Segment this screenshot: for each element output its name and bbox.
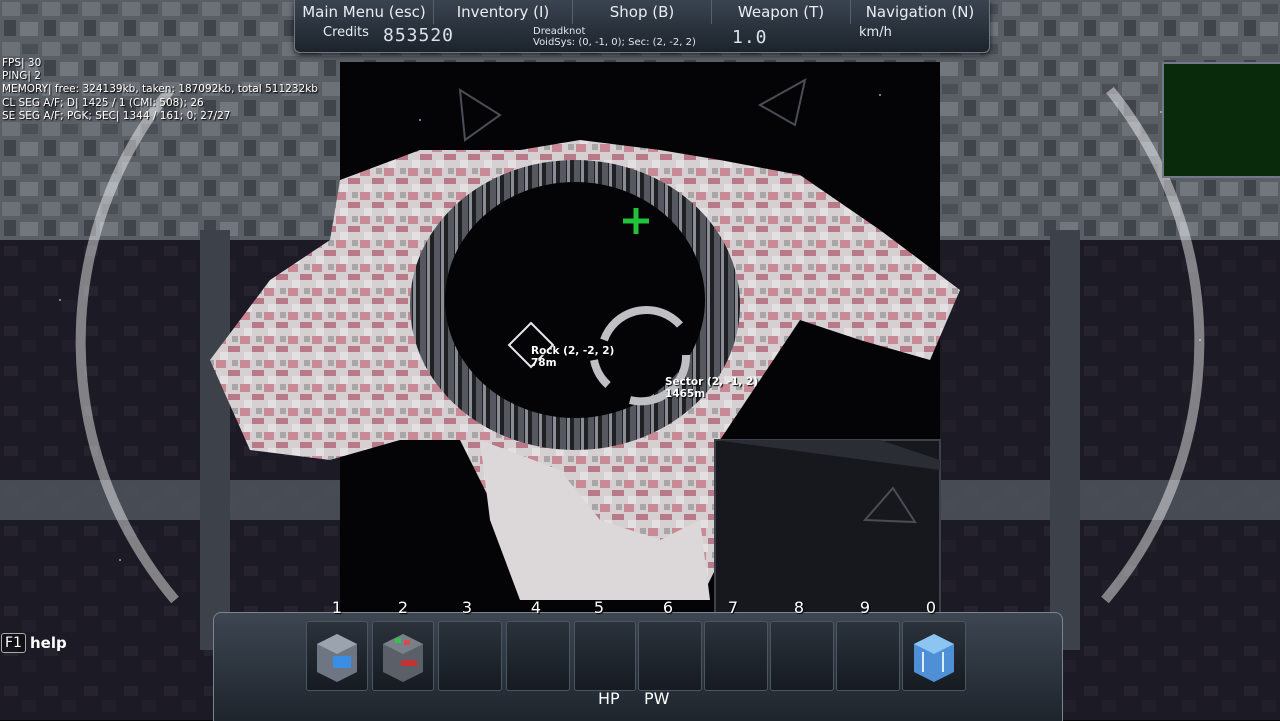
ship-name: Dreadknot <box>533 26 586 37</box>
help-label: help <box>29 634 67 652</box>
slot-number-6: 6 <box>662 598 674 617</box>
shop-button[interactable]: Shop (B) <box>573 0 712 24</box>
hotbar-slot-3[interactable] <box>438 621 502 691</box>
computer-block-icon <box>383 634 423 682</box>
help-hint[interactable]: F1 help <box>1 633 67 653</box>
hotbar-slot-8[interactable] <box>770 621 834 691</box>
rock-name: Rock (2, -2, 2) <box>531 345 615 357</box>
slot-number-1: 1 <box>331 598 343 617</box>
rock-distance: 78m <box>531 357 557 369</box>
debug-overlay: FPS| 30 PING| 2 MEMORY| free: 324139kb, … <box>2 57 318 123</box>
navigation-button[interactable]: Navigation (N) <box>851 0 989 24</box>
slot-number-3: 3 <box>461 598 473 617</box>
sector-name: Sector (2, -1, 2) <box>665 376 759 388</box>
slot-number-4: 4 <box>530 598 542 617</box>
speed-value: 1.0 <box>732 27 768 48</box>
ship-info-row: Credits 853520 Dreadknot VoidSys: (0, -1… <box>295 24 989 51</box>
slot-number-0: 0 <box>925 598 937 617</box>
slot-number-5: 5 <box>593 598 605 617</box>
client-segment-readout: CL SEG A/F; D| 1425 / 1 (CMI: 508); 26 <box>2 96 204 109</box>
memory-readout: MEMORY| free: 324139kb, taken: 187092kb,… <box>2 83 318 96</box>
hotbar-slot-4[interactable] <box>506 621 570 691</box>
credits-label: Credits <box>323 25 369 40</box>
top-menu-bar: Main Menu (esc) Inventory (I) Shop (B) W… <box>294 0 990 53</box>
sector-distance: 1465m <box>665 388 706 400</box>
ship-core-block-icon <box>317 634 357 682</box>
hotbar-slot-7[interactable] <box>704 621 768 691</box>
pw-label: PW <box>644 689 670 708</box>
weapon-button[interactable]: Weapon (T) <box>712 0 851 24</box>
glass-block-icon <box>914 634 954 682</box>
slot-number-9: 9 <box>859 598 871 617</box>
hotbar-slot-6[interactable] <box>638 621 702 691</box>
hotbar-slot-5[interactable] <box>574 621 636 691</box>
hp-label: HP <box>598 689 620 708</box>
location-readout: VoidSys: (0, -1, 0); Sec: (2, -2, 2) <box>533 37 696 48</box>
slot-number-2: 2 <box>397 598 409 617</box>
rock-nav-label: Rock (2, -2, 2) 78m <box>531 345 614 369</box>
hotbar-slot-1[interactable] <box>306 621 368 691</box>
slot-number-8: 8 <box>793 598 805 617</box>
f1-key: F1 <box>1 633 26 653</box>
hotbar <box>213 612 1063 721</box>
speed-unit: km/h <box>859 25 892 40</box>
slot-number-7: 7 <box>727 598 739 617</box>
credits-value: 853520 <box>383 25 455 46</box>
hotbar-slot-0[interactable] <box>902 621 966 691</box>
radar-minimap[interactable] <box>1162 62 1280 178</box>
inventory-button[interactable]: Inventory (I) <box>434 0 573 24</box>
hotbar-slot-2[interactable] <box>372 621 434 691</box>
fps-readout: FPS| 30 <box>2 57 42 69</box>
hotbar-slot-9[interactable] <box>836 621 900 691</box>
sector-nav-label: Sector (2, -1, 2) 1465m <box>665 376 758 400</box>
server-segment-readout: SE SEG A/F; PGK; SEC| 1344 / 161; 0; 27/… <box>2 109 231 122</box>
ping-readout: PING| 2 <box>2 70 41 83</box>
main-menu-button[interactable]: Main Menu (esc) <box>295 0 434 24</box>
